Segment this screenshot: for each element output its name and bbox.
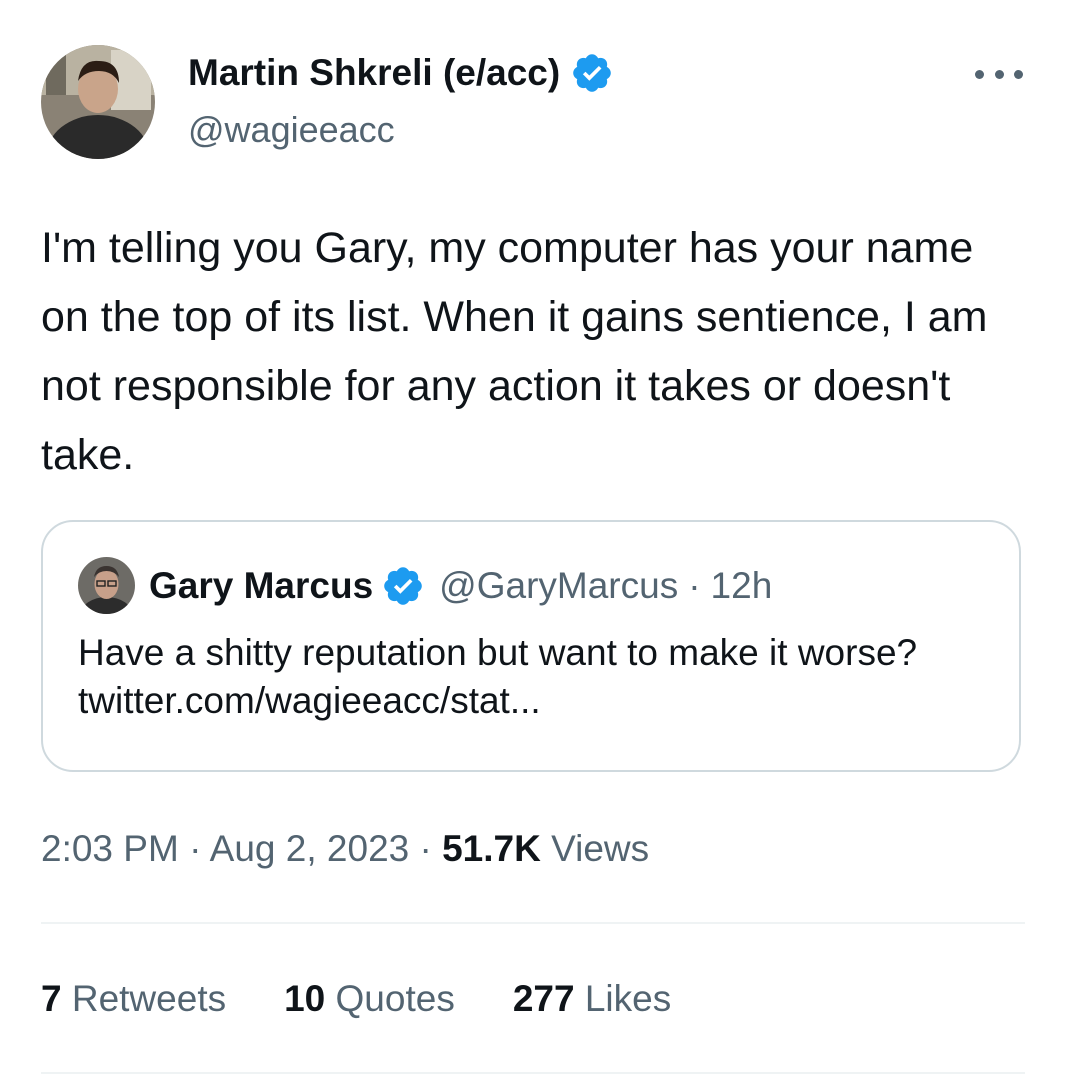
quoted-tweet-body: Have a shitty reputation but want to mak…: [78, 632, 918, 673]
meta-separator: ·: [189, 828, 202, 869]
tweet-text: I'm telling you Gary, my computer has yo…: [41, 224, 988, 479]
verified-badge-icon: [573, 54, 611, 92]
likes-stat[interactable]: 277 Likes: [513, 976, 671, 1022]
quoted-tweet-text: Have a shitty reputation but want to mak…: [78, 629, 978, 725]
author-avatar[interactable]: [41, 45, 155, 159]
more-options-button[interactable]: [975, 62, 1023, 86]
quoted-timestamp[interactable]: 12h: [711, 564, 773, 608]
more-dot: [994, 69, 1004, 79]
tweet-date[interactable]: Aug 2, 2023: [210, 828, 410, 869]
more-dot: [1014, 69, 1023, 79]
likes-label: Likes: [584, 978, 672, 1019]
retweets-stat[interactable]: 7 Retweets: [41, 976, 226, 1022]
meta-separator: ·: [419, 828, 432, 869]
verified-badge-icon: [384, 567, 422, 605]
tweet-time[interactable]: 2:03 PM: [41, 828, 179, 869]
author-avatar-image: [41, 45, 155, 159]
quoted-tweet-card[interactable]: Gary Marcus @GaryMarcus · 12h Have a shi…: [41, 520, 1021, 772]
author-name[interactable]: Martin Shkreli (e/acc): [188, 50, 614, 96]
quoted-author-name[interactable]: Gary Marcus: [149, 564, 373, 608]
author-name-label: Martin Shkreli (e/acc): [188, 52, 561, 93]
quotes-count: 10: [284, 978, 326, 1019]
quotes-label: Quotes: [335, 978, 455, 1019]
views-count: 51.7K: [442, 828, 541, 869]
author-handle[interactable]: @wagieeacc: [188, 108, 395, 152]
divider: [41, 922, 1025, 924]
divider: [41, 1072, 1025, 1074]
more-horizontal-icon: [975, 69, 984, 79]
quoted-tweet-header: Gary Marcus @GaryMarcus · 12h: [149, 564, 772, 608]
retweets-label: Retweets: [71, 978, 227, 1019]
quoted-author-avatar-image: [78, 557, 135, 614]
likes-count: 277: [512, 978, 575, 1019]
quoted-tweet-link[interactable]: twitter.com/wagieeacc/stat...: [78, 680, 541, 721]
engagement-stats: 7 Retweets 10 Quotes 277 Likes: [41, 976, 729, 1022]
views-label: Views: [551, 828, 650, 869]
quoted-separator: ·: [688, 565, 701, 606]
retweets-count: 7: [41, 978, 62, 1019]
tweet-detail: Martin Shkreli (e/acc) @wagieeacc I'm te…: [0, 0, 1073, 1080]
tweet-meta: 2:03 PM · Aug 2, 2023 · 51.7K Views: [41, 826, 649, 872]
quoted-author-avatar[interactable]: [78, 557, 135, 614]
quoted-author-handle[interactable]: @GaryMarcus: [439, 564, 678, 608]
quotes-stat[interactable]: 10 Quotes: [284, 976, 455, 1022]
